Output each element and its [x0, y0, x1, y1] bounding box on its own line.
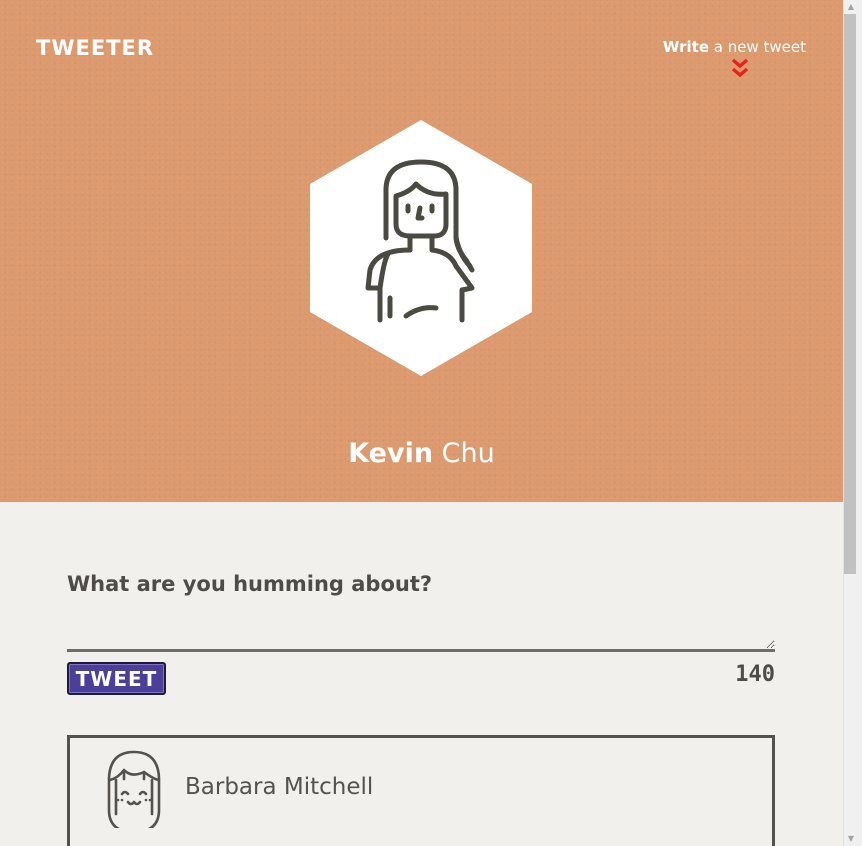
- app-logo[interactable]: TWEETER: [36, 36, 154, 60]
- profile-header: TWEETER Write a new tweet Kevin Chu: [0, 0, 843, 502]
- scrollbar-thumb[interactable]: [844, 14, 856, 574]
- tweet-button[interactable]: TWEET: [67, 662, 166, 695]
- compose-label: What are you humming about?: [67, 572, 433, 596]
- tweet-input[interactable]: [67, 608, 775, 652]
- scroll-down-arrow-icon[interactable]: ▼: [845, 832, 857, 846]
- write-new-tweet-link[interactable]: Write a new tweet: [663, 37, 806, 56]
- write-link-rest: a new tweet: [709, 38, 806, 56]
- profile-name: Kevin Chu: [0, 438, 843, 469]
- page: TWEETER Write a new tweet Kevin Chu What…: [0, 0, 843, 846]
- scroll-up-arrow-icon[interactable]: ▲: [845, 0, 857, 14]
- double-chevron-down-icon[interactable]: [730, 58, 750, 80]
- tweet-card: Barbara Mitchell: [67, 735, 775, 846]
- girl-bangs-avatar-icon: [107, 750, 161, 828]
- write-link-bold: Write: [662, 38, 709, 56]
- tweet-author-name[interactable]: Barbara Mitchell: [185, 774, 373, 800]
- profile-last-name: Chu: [433, 438, 495, 469]
- profile-avatar: [310, 120, 532, 376]
- profile-first-name: Kevin: [348, 438, 434, 469]
- character-counter: 140: [735, 662, 775, 687]
